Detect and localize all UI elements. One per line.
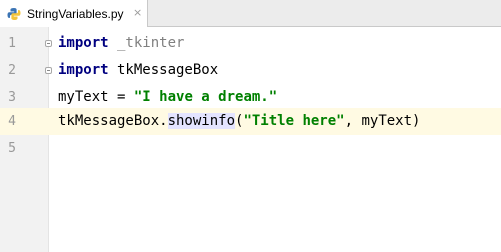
code-line-2[interactable]: 2 import tkMessageBox <box>0 57 501 84</box>
line-number: 2 <box>8 63 16 78</box>
tab-filename: StringVariables.py <box>27 6 124 21</box>
arguments: , myText) <box>344 113 421 129</box>
code-line-1[interactable]: 1 import _tkinter <box>0 30 501 57</box>
keyword: import <box>58 35 109 51</box>
code-line-5[interactable]: 5 <box>0 135 501 162</box>
code-line-3[interactable]: 3 myText = "I have a dream." <box>0 84 501 111</box>
line-number: 4 <box>8 114 16 129</box>
line-number: 3 <box>8 90 16 105</box>
object: tkMessageBox. <box>58 113 168 129</box>
code-text[interactable]: import tkMessageBox <box>58 57 218 84</box>
operator: = <box>108 89 134 105</box>
python-file-icon <box>7 7 21 20</box>
string-literal: "I have a dream." <box>133 89 278 105</box>
editor-tab[interactable]: StringVariables.py × <box>0 0 148 27</box>
code-text[interactable]: tkMessageBox.showinfo("Title here", myTe… <box>58 108 420 135</box>
fold-marker-icon[interactable] <box>45 40 52 47</box>
method-call: showinfo <box>167 113 236 129</box>
code-text[interactable]: myText = "I have a dream." <box>58 84 277 111</box>
identifier: tkMessageBox <box>108 62 219 78</box>
close-icon[interactable]: × <box>133 7 142 19</box>
code-text[interactable]: import _tkinter <box>58 30 184 57</box>
string-literal: "Title here" <box>243 113 345 129</box>
fold-marker-icon[interactable] <box>45 67 52 74</box>
code-line-4-current[interactable]: 4 tkMessageBox.showinfo("Title here", my… <box>0 108 501 135</box>
keyword: import <box>58 62 109 78</box>
identifier: _tkinter <box>108 35 185 51</box>
line-number: 5 <box>8 141 16 156</box>
variable: myText <box>58 89 109 105</box>
tab-bar: StringVariables.py × <box>0 0 501 27</box>
line-number: 1 <box>8 36 16 51</box>
